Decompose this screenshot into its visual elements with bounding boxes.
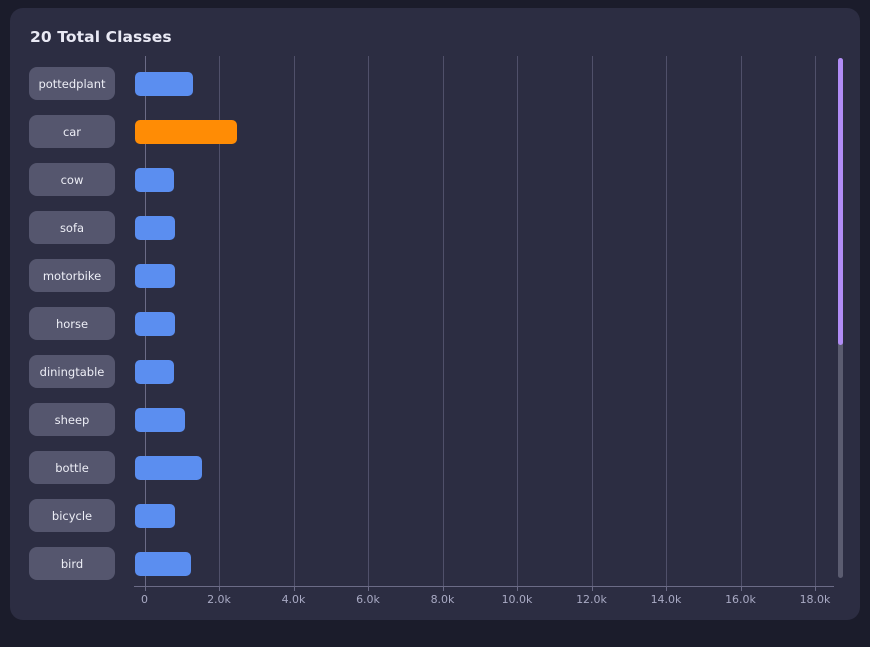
x-axis-tick-label: 18.0k [799,593,831,606]
bar-bird[interactable] [135,552,192,576]
category-pill-cow[interactable]: cow [29,163,115,196]
bar-diningtable[interactable] [135,360,175,384]
scrollbar-thumb[interactable] [838,58,843,345]
chart-row: motorbike [10,259,860,297]
chart-row: horse [10,307,860,345]
category-pill-sheep[interactable]: sheep [29,403,115,436]
chart-row: sofa [10,211,860,249]
bar-bottle[interactable] [135,456,202,480]
x-axis-tick-label: 16.0k [725,593,756,606]
x-axis-tick [368,586,369,591]
x-axis-tick-label: 14.0k [650,593,682,606]
x-axis-tick [815,586,816,591]
x-axis-tick-label: 2.0k [207,593,231,606]
x-axis-tick-label: 6.0k [356,593,380,606]
x-axis-tick-label: 12.0k [576,593,607,606]
category-pill-pottedplant[interactable]: pottedplant [29,67,115,100]
chart-row: sheep [10,403,860,441]
chart-row: bicycle [10,499,860,537]
bar-sofa[interactable] [135,216,176,240]
bar-car[interactable] [135,120,238,144]
chart-row: bird [10,547,860,585]
x-axis-tick-label: 4.0k [281,593,306,606]
class-distribution-card: 20 Total Classes 0 2.0k 4.0k 6.0k 8.0k 10.0k 1… [10,8,860,620]
bar-bicycle[interactable] [135,504,176,528]
category-pill-diningtable[interactable]: diningtable [29,355,115,388]
x-axis-tick [219,586,220,591]
category-pill-bird[interactable]: bird [29,547,115,580]
x-axis-tick [517,586,518,591]
bar-cow[interactable] [135,168,174,192]
x-axis-tick-label: 8.0k [430,593,455,606]
x-axis-tick-label: 0 [141,593,148,606]
bar-chart-plot: 0 2.0k 4.0k 6.0k 8.0k 10.0k 12.0k 14.0k 16.0k 18.… [10,8,860,620]
category-pill-horse[interactable]: horse [29,307,115,340]
category-pill-sofa[interactable]: sofa [29,211,115,244]
x-axis-tick-label: 10.0k [501,593,533,606]
category-pill-bicycle[interactable]: bicycle [29,499,115,532]
category-pill-motorbike[interactable]: motorbike [29,259,115,292]
chart-row: car [10,115,860,153]
x-axis-tick [740,586,742,591]
x-axis-tick [666,586,667,591]
bar-horse[interactable] [135,312,176,336]
chart-row: cow [10,163,860,201]
category-pill-car[interactable]: car [29,115,115,148]
x-axis-tick [591,586,593,591]
x-axis-line [134,586,834,587]
chart-row: diningtable [10,355,860,393]
bar-motorbike[interactable] [135,264,176,288]
x-axis-tick [442,586,444,591]
bar-sheep[interactable] [135,408,185,432]
x-axis-tick [293,586,295,591]
bar-pottedplant[interactable] [135,72,193,96]
chart-row: pottedplant [10,67,860,105]
x-axis-tick [144,586,146,591]
chart-row: bottle [10,451,860,489]
chart-page: 20 Total Classes 0 2.0k 4.0k 6.0k 8.0k 10.0k 1… [0,0,870,647]
category-pill-bottle[interactable]: bottle [29,451,115,484]
